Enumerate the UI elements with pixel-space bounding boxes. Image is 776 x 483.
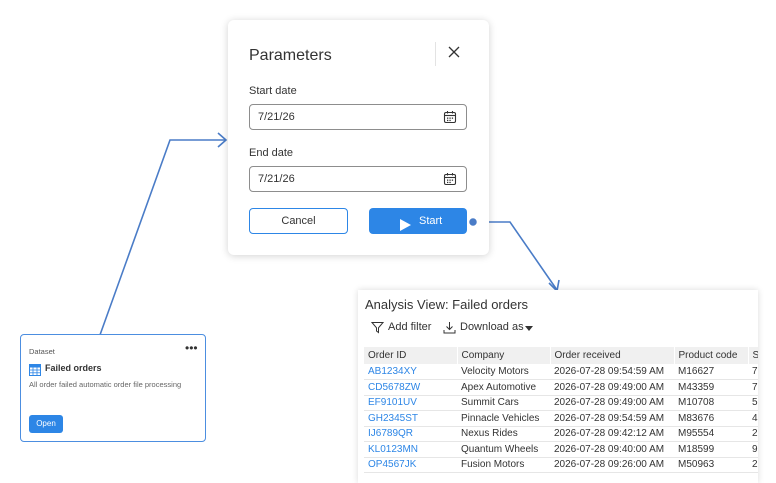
card-type-label: Dataset	[29, 347, 55, 356]
table-cell: M10708	[674, 395, 748, 411]
table-row[interactable]: AB1234XY Velocity Motors 2026-07-28 09:5…	[364, 364, 758, 380]
open-button[interactable]: Open	[29, 415, 63, 433]
table-header-row: Order ID Company Order received Product …	[364, 347, 758, 364]
table-cell: 2026-07-28 09:54:59 AM	[550, 410, 674, 427]
start-button-label: Start	[419, 215, 443, 227]
table-cell: Pinnacle Vehicles	[457, 410, 550, 427]
card-title: Failed orders	[45, 363, 102, 373]
table-cell: 5	[748, 395, 758, 411]
table-cell: Velocity Motors	[457, 364, 550, 380]
order-id-link[interactable]: GH2345ST	[364, 410, 457, 427]
column-header[interactable]: Product code	[674, 347, 749, 364]
column-header[interactable]: Order ID	[364, 347, 458, 364]
order-id-link[interactable]: KL0123MN	[364, 441, 457, 458]
table-cell: 2026-07-28 09:54:59 AM	[550, 364, 674, 380]
more-options-icon[interactable]: •••	[185, 341, 198, 355]
table-cell: M50963	[674, 457, 748, 473]
start-date-value: 7/21/26	[258, 111, 295, 123]
order-id-link[interactable]: EF9101UV	[364, 395, 457, 411]
analysis-title: Analysis View: Failed orders	[365, 297, 529, 312]
analysis-view-panel: Analysis View: Failed orders Add filter …	[358, 290, 758, 483]
table-cell: M18599	[674, 441, 748, 458]
table-row[interactable]: EF9101UV Summit Cars 2026-07-28 09:49:00…	[364, 395, 758, 411]
column-header[interactable]: S	[748, 347, 758, 364]
table-cell: Summit Cars	[457, 395, 550, 411]
table-cell: M83676	[674, 410, 748, 427]
calendar-icon[interactable]	[443, 172, 457, 186]
download-icon	[443, 322, 456, 334]
order-id-link[interactable]: IJ6789QR	[364, 426, 457, 442]
add-filter-label: Add filter	[388, 321, 432, 333]
order-id-link[interactable]: CD5678ZW	[364, 379, 457, 396]
parameters-dialog: Parameters Start date 7/21/26 End date 7…	[228, 20, 489, 255]
table-row[interactable]: KL0123MN Quantum Wheels 2026-07-28 09:40…	[364, 441, 758, 458]
filter-icon	[371, 322, 384, 334]
table-cell: 9	[748, 441, 758, 458]
start-button[interactable]: Start	[369, 208, 467, 234]
dialog-title: Parameters	[249, 47, 332, 64]
table-cell: 2026-07-28 09:26:00 AM	[550, 457, 674, 473]
table-cell: 2026-07-28 09:40:00 AM	[550, 441, 674, 458]
table-row[interactable]: CD5678ZW Apex Automotive 2026-07-28 09:4…	[364, 379, 758, 396]
table-cell: 7	[748, 364, 758, 380]
play-icon	[400, 215, 411, 241]
start-date-input[interactable]: 7/21/26	[249, 104, 467, 130]
table-row[interactable]: IJ6789QR Nexus Rides 2026-07-28 09:42:12…	[364, 426, 758, 442]
table-cell: Apex Automotive	[457, 379, 550, 396]
table-cell: 2026-07-28 09:49:00 AM	[550, 395, 674, 411]
calendar-icon[interactable]	[443, 110, 457, 124]
table-cell: 2026-07-28 09:49:00 AM	[550, 379, 674, 396]
cancel-button[interactable]: Cancel	[249, 208, 348, 234]
end-date-value: 7/21/26	[258, 173, 295, 185]
table-cell: M16627	[674, 364, 748, 380]
connector-arrowhead-dialog	[217, 132, 228, 148]
table-cell: M43359	[674, 379, 748, 396]
table-cell: 2026-07-28 09:42:12 AM	[550, 426, 674, 442]
start-date-label: Start date	[249, 85, 297, 97]
column-header[interactable]: Company	[457, 347, 551, 364]
table-cell: 2	[748, 426, 758, 442]
table-icon	[29, 363, 41, 376]
table-row[interactable]: GH2345ST Pinnacle Vehicles 2026-07-28 09…	[364, 410, 758, 427]
table-cell: 7	[748, 379, 758, 396]
card-description: All order failed automatic order file pr…	[29, 380, 182, 389]
close-icon[interactable]	[446, 44, 462, 60]
dataset-card[interactable]: Dataset ••• Failed orders All order fail…	[20, 334, 206, 442]
end-date-label: End date	[249, 147, 294, 159]
table-cell: M95554	[674, 426, 748, 442]
table-row[interactable]: OP4567JK Fusion Motors 2026-07-28 09:26:…	[364, 457, 758, 473]
orders-table: Order ID Company Order received Product …	[364, 347, 758, 473]
order-id-link[interactable]: AB1234XY	[364, 364, 457, 380]
table-cell: Nexus Rides	[457, 426, 550, 442]
dialog-divider	[435, 42, 436, 66]
table-cell: Fusion Motors	[457, 457, 550, 473]
download-as-label: Download as	[460, 321, 524, 333]
table-cell: 2	[748, 457, 758, 473]
column-header[interactable]: Order received	[550, 347, 675, 364]
order-id-link[interactable]: OP4567JK	[364, 457, 457, 473]
table-cell: Quantum Wheels	[457, 441, 550, 458]
end-date-input[interactable]: 7/21/26	[249, 166, 467, 192]
table-cell: 4	[748, 410, 758, 427]
